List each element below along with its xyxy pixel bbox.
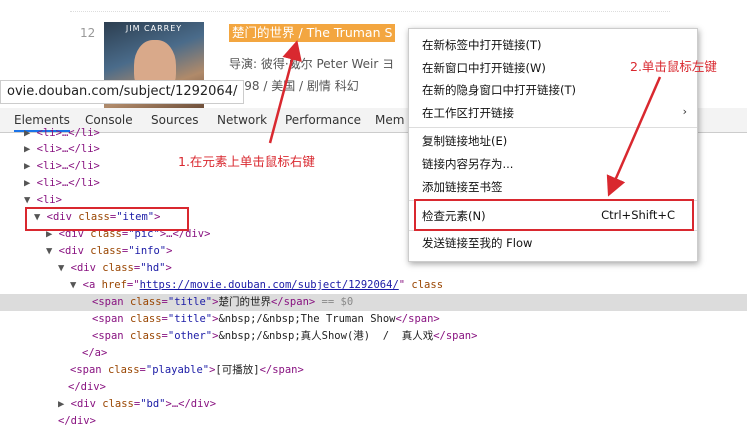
arrow-step2 (606, 76, 662, 197)
arrow-step1 (268, 40, 302, 144)
annotation-step1: 1.在元素上单击鼠标右键 (178, 154, 315, 169)
annotation-step2: 2.单击鼠标左键 (630, 59, 717, 74)
